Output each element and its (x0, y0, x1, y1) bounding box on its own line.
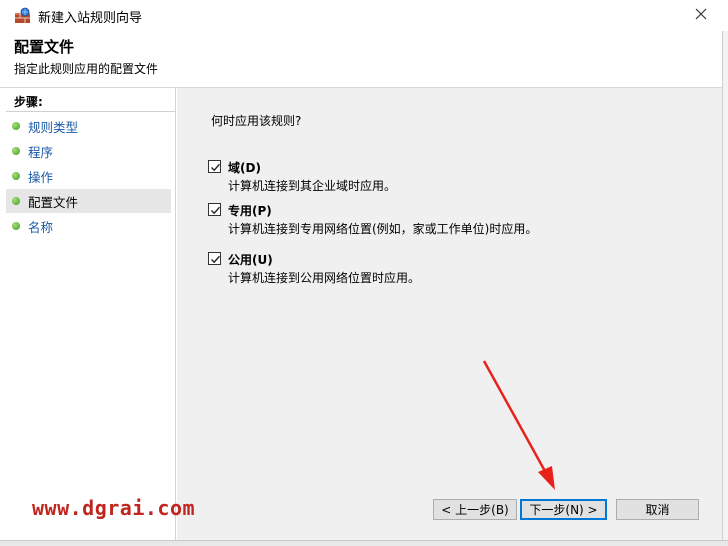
background-window-edge (722, 31, 728, 546)
public-description: 计算机连接到公用网络位置时应用。 (228, 271, 421, 285)
step-label: 名称 (28, 219, 54, 235)
option-private: 专用(P) 计算机连接到专用网络位置(例如，家或工作单位)时应用。 (208, 201, 688, 241)
checkmark-icon (211, 206, 221, 215)
page-title: 配置文件 (14, 38, 75, 56)
cancel-button[interactable]: 取消 (616, 499, 699, 520)
step-rule-type[interactable]: 规则类型 (6, 114, 171, 138)
checkmark-icon (211, 255, 221, 264)
steps-label: 步骤: (14, 95, 43, 109)
step-label: 程序 (28, 144, 54, 160)
option-domain: 域(D) 计算机连接到其企业域时应用。 (208, 158, 688, 198)
content-panel: 何时应用该规则? 域(D) 计算机连接到其企业域时应用。 专用(P) 计算机连接… (177, 88, 722, 540)
domain-checkbox[interactable] (208, 160, 221, 173)
option-public: 公用(U) 计算机连接到公用网络位置时应用。 (208, 250, 688, 290)
domain-description: 计算机连接到其企业域时应用。 (228, 179, 397, 193)
step-dot-icon (12, 172, 20, 180)
checkmark-icon (211, 163, 221, 172)
step-program[interactable]: 程序 (6, 139, 171, 163)
back-button[interactable]: < 上一步(B) (433, 499, 517, 520)
close-button[interactable] (690, 4, 712, 26)
public-label[interactable]: 公用(U) (228, 251, 273, 268)
title-bar: 新建入站规则向导 (0, 0, 728, 31)
background-window-edge (0, 540, 728, 546)
step-label: 规则类型 (28, 119, 79, 135)
wizard-header: 配置文件 指定此规则应用的配置文件 (0, 31, 728, 88)
private-description: 计算机连接到专用网络位置(例如，家或工作单位)时应用。 (228, 222, 538, 236)
step-dot-icon (12, 197, 20, 205)
close-icon (695, 8, 707, 23)
step-dot-icon (12, 222, 20, 230)
private-checkbox[interactable] (208, 203, 221, 216)
step-name[interactable]: 名称 (6, 214, 171, 238)
page-description: 指定此规则应用的配置文件 (14, 62, 159, 76)
step-dot-icon (12, 147, 20, 155)
domain-label[interactable]: 域(D) (228, 159, 261, 176)
step-label: 配置文件 (28, 194, 79, 210)
step-dot-icon (12, 122, 20, 130)
window-title: 新建入站规则向导 (38, 11, 143, 26)
step-profile[interactable]: 配置文件 (6, 189, 171, 213)
watermark: www.dgrai.com (32, 496, 196, 520)
divider (6, 111, 176, 112)
private-label[interactable]: 专用(P) (228, 202, 272, 219)
next-button[interactable]: 下一步(N) > (520, 499, 607, 520)
step-action[interactable]: 操作 (6, 164, 171, 188)
firewall-icon (14, 7, 31, 24)
public-checkbox[interactable] (208, 252, 221, 265)
question-text: 何时应用该规则? (211, 114, 302, 128)
steps-sidebar: 步骤: 规则类型 程序 操作 配置文件 名称 (6, 88, 176, 540)
step-label: 操作 (28, 169, 54, 185)
